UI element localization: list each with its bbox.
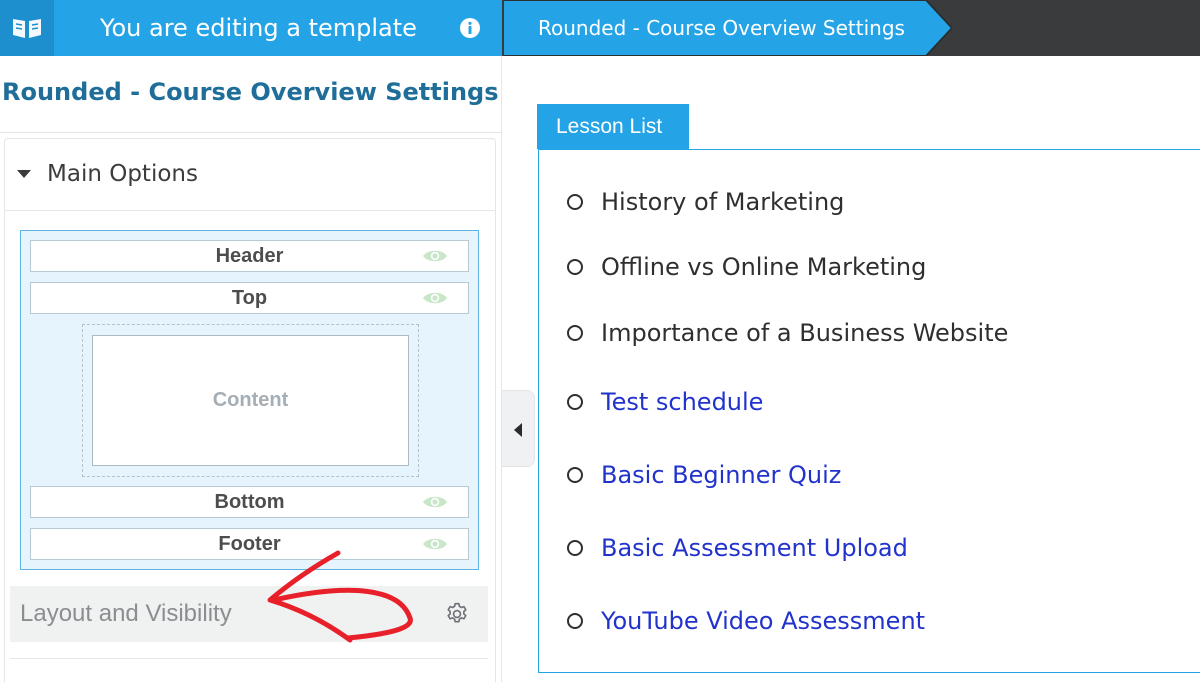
- region-top[interactable]: Top: [30, 282, 469, 314]
- region-header-label: Header: [215, 245, 284, 267]
- open-book-icon: [13, 19, 41, 38]
- main-options-label: Main Options: [47, 161, 198, 187]
- caret-left-icon: [514, 423, 522, 437]
- lesson-title: YouTube Video Assessment: [601, 607, 926, 635]
- info-icon[interactable]: [460, 18, 480, 38]
- circle-icon: [567, 194, 583, 210]
- lesson-title: Importance of a Business Website: [601, 319, 1009, 347]
- template-notice: You are editing a template: [54, 0, 502, 56]
- circle-icon: [567, 325, 583, 341]
- region-bottom-label: Bottom: [214, 491, 285, 513]
- layout-map: Header Top Content Bottom Footer: [20, 230, 479, 570]
- lesson-title: History of Marketing: [601, 188, 845, 216]
- top-bar: You are editing a template Rounded - Cou…: [0, 0, 1200, 56]
- layout-visibility-label: Layout and Visibility: [20, 600, 232, 627]
- circle-icon: [567, 613, 583, 629]
- lesson-list: History of Marketing Offline vs Online M…: [538, 149, 1200, 673]
- breadcrumb-label: Rounded - Course Overview Settings: [538, 16, 905, 40]
- lesson-title: Basic Beginner Quiz: [601, 461, 842, 489]
- region-footer-label: Footer: [218, 533, 281, 555]
- lesson-title: Test schedule: [601, 388, 764, 416]
- lesson-item[interactable]: YouTube Video Assessment: [567, 606, 925, 636]
- eye-icon[interactable]: [422, 290, 448, 306]
- panel-divider: [0, 132, 502, 133]
- region-bottom[interactable]: Bottom: [30, 486, 469, 518]
- layout-visibility-row[interactable]: Layout and Visibility: [10, 586, 488, 642]
- lesson-title: Basic Assessment Upload: [601, 534, 908, 562]
- lesson-title: Offline vs Online Marketing: [601, 253, 927, 281]
- eye-icon[interactable]: [422, 248, 448, 264]
- lesson-item[interactable]: Offline vs Online Marketing: [567, 252, 926, 282]
- lesson-item[interactable]: Importance of a Business Website: [567, 318, 1008, 348]
- collapse-panel-button[interactable]: [502, 390, 535, 467]
- lesson-item[interactable]: Basic Beginner Quiz: [567, 460, 841, 490]
- eye-icon[interactable]: [422, 536, 448, 552]
- panel-title: Rounded - Course Overview Settings: [2, 78, 499, 106]
- region-content-label: Content: [212, 389, 289, 411]
- lesson-item[interactable]: Basic Assessment Upload: [567, 533, 908, 563]
- content-region-outline: Content: [82, 324, 419, 477]
- region-footer[interactable]: Footer: [30, 528, 469, 560]
- circle-icon: [567, 467, 583, 483]
- eye-icon[interactable]: [422, 494, 448, 510]
- circle-icon: [567, 394, 583, 410]
- region-top-label: Top: [231, 287, 268, 309]
- region-content[interactable]: Content: [92, 335, 409, 466]
- lesson-item[interactable]: History of Marketing: [567, 187, 844, 217]
- caret-down-icon: [17, 170, 31, 178]
- lesson-item[interactable]: Test schedule: [567, 387, 763, 417]
- logo[interactable]: [0, 0, 54, 56]
- circle-icon: [567, 540, 583, 556]
- tab-lesson-list[interactable]: Lesson List: [537, 104, 689, 149]
- main-options-toggle[interactable]: Main Options: [5, 139, 495, 211]
- breadcrumb[interactable]: Rounded - Course Overview Settings: [504, 0, 952, 56]
- circle-icon: [567, 259, 583, 275]
- panel-bottom-divider: [10, 658, 488, 659]
- gear-icon[interactable]: [444, 601, 470, 627]
- region-header[interactable]: Header: [30, 240, 469, 272]
- template-notice-text: You are editing a template: [100, 14, 417, 42]
